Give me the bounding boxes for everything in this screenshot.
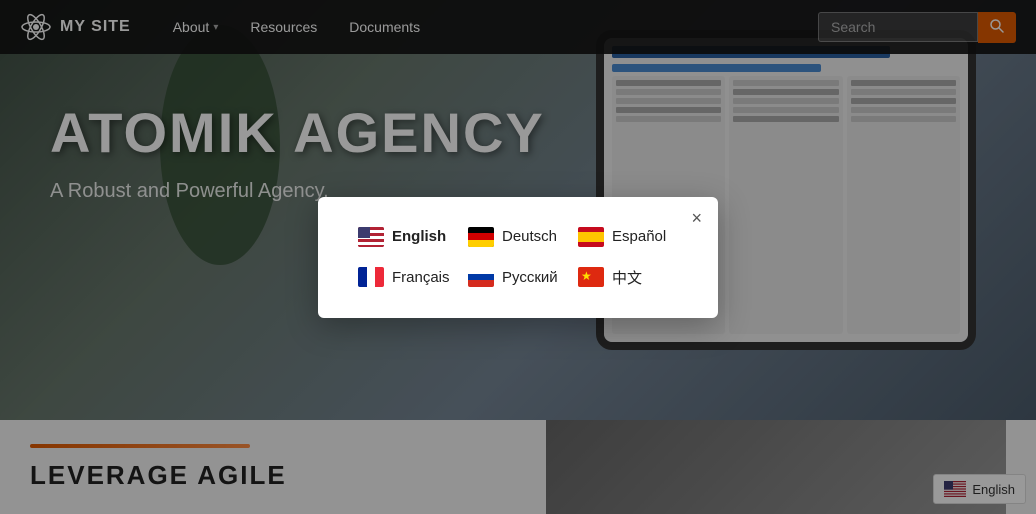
flag-ru xyxy=(468,267,494,287)
lang-option-english[interactable]: English xyxy=(358,227,458,247)
lang-option-deutsch[interactable]: Deutsch xyxy=(468,227,568,247)
flag-de xyxy=(468,227,494,247)
lang-option-russian[interactable]: Русский xyxy=(468,267,568,288)
lang-label-chinese: 中文 xyxy=(612,267,642,288)
lang-label-english: English xyxy=(392,228,446,245)
modal-overlay[interactable]: × English Deutsch Español Français xyxy=(0,0,1036,514)
lang-label-deutsch: Deutsch xyxy=(502,228,557,245)
flag-us xyxy=(358,227,384,247)
lang-label-francais: Français xyxy=(392,269,450,286)
lang-label-russian: Русский xyxy=(502,269,558,286)
lang-option-francais[interactable]: Français xyxy=(358,267,458,288)
flag-fr xyxy=(358,267,384,287)
language-modal: × English Deutsch Español Français xyxy=(318,197,718,318)
modal-close-button[interactable]: × xyxy=(691,209,702,227)
flag-es xyxy=(578,227,604,247)
lang-label-espanol: Español xyxy=(612,228,666,245)
lang-option-espanol[interactable]: Español xyxy=(578,227,678,247)
language-grid: English Deutsch Español Français Русский xyxy=(358,227,678,288)
lang-option-chinese[interactable]: 中文 xyxy=(578,267,678,288)
flag-cn xyxy=(578,267,604,287)
